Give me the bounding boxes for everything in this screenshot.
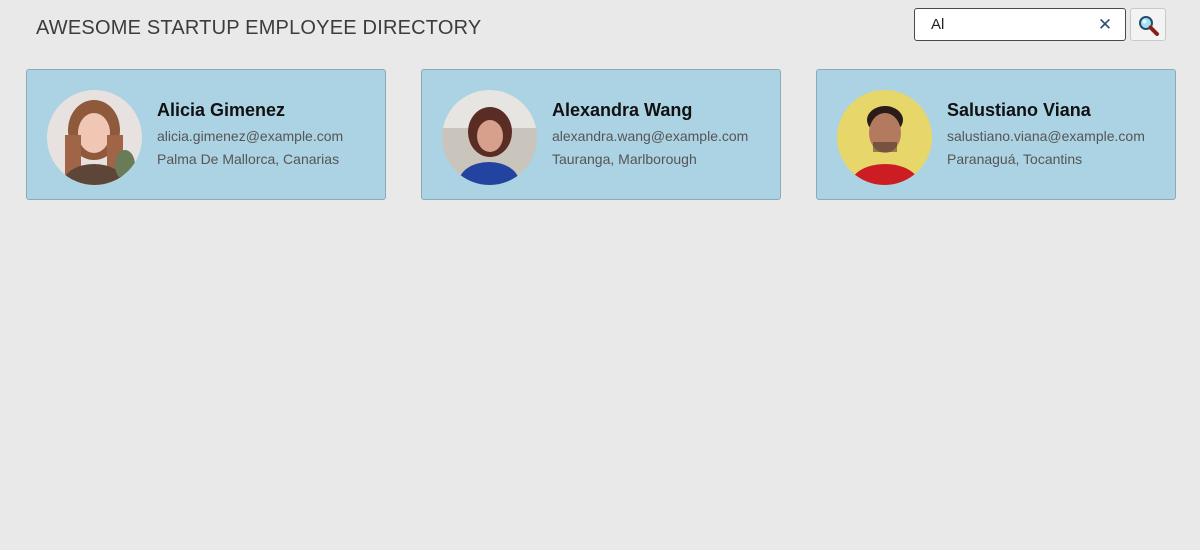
header: AWESOME STARTUP EMPLOYEE DIRECTORY ✕	[0, 0, 1200, 60]
close-icon[interactable]: ✕	[1097, 15, 1113, 35]
employee-email[interactable]: alicia.gimenez@example.com	[157, 128, 382, 144]
page-title: AWESOME STARTUP EMPLOYEE DIRECTORY	[36, 17, 482, 39]
employee-location: Tauranga, Marlborough	[552, 151, 697, 167]
search-box[interactable]: ✕	[914, 8, 1126, 41]
avatar	[837, 90, 932, 185]
employee-info: Alexandra Wang alexandra.wang@example.co…	[552, 100, 777, 174]
search-input[interactable]	[931, 13, 1091, 36]
employee-name[interactable]: Alicia Gimenez	[157, 100, 382, 121]
employee-list: Alicia Gimenez alicia.gimenez@example.co…	[0, 69, 1200, 200]
employee-card[interactable]: Alexandra Wang alexandra.wang@example.co…	[421, 69, 781, 200]
search-button[interactable]	[1130, 8, 1166, 41]
employee-name[interactable]: Salustiano Viana	[947, 100, 1172, 121]
employee-card[interactable]: Alicia Gimenez alicia.gimenez@example.co…	[26, 69, 386, 200]
avatar	[442, 90, 537, 185]
avatar	[47, 90, 142, 185]
employee-info: Alicia Gimenez alicia.gimenez@example.co…	[157, 100, 382, 174]
employee-location: Paranaguá, Tocantins	[947, 151, 1083, 167]
employee-email[interactable]: alexandra.wang@example.com	[552, 128, 777, 144]
employee-name[interactable]: Alexandra Wang	[552, 100, 777, 121]
employee-card[interactable]: Salustiano Viana salustiano.viana@exampl…	[816, 69, 1176, 200]
employee-email[interactable]: salustiano.viana@example.com	[947, 128, 1172, 144]
employee-info: Salustiano Viana salustiano.viana@exampl…	[947, 100, 1172, 174]
employee-location: Palma De Mallorca, Canarias	[157, 151, 340, 167]
magnifier-icon	[1139, 16, 1159, 36]
